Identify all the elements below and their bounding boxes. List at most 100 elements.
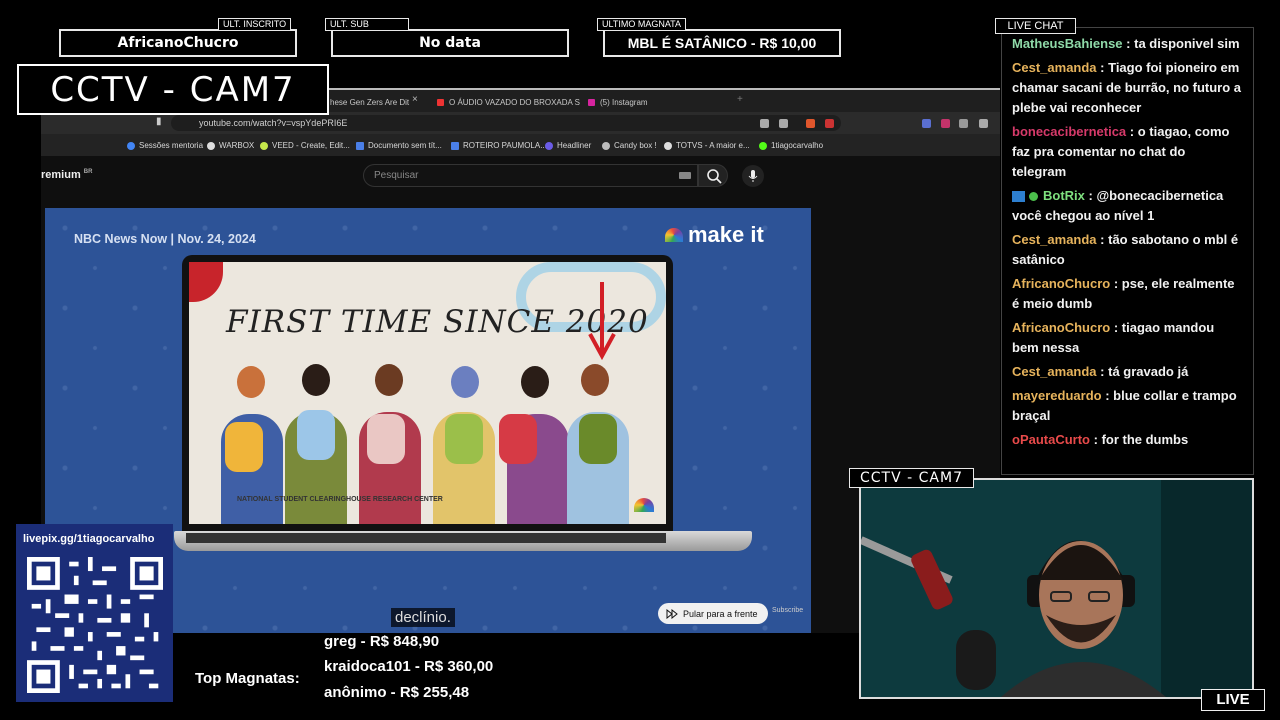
live-chat-panel: MatheusBahiense : ta disponivel sim Cest… <box>1001 27 1254 475</box>
video-credit: NATIONAL STUDENT CLEARINGHOUSE RESEARCH … <box>237 496 443 503</box>
red-corner-decoration <box>189 262 223 302</box>
subscribe-watermark[interactable]: Subscribe <box>772 607 803 614</box>
video-subtitle: declínio. <box>391 608 455 627</box>
bookmark-label: Sessões mentoria <box>139 141 204 150</box>
youtube-premium-logo[interactable]: remium BR <box>41 169 92 181</box>
chat-username[interactable]: Cest_amanda <box>1012 364 1097 379</box>
skip-label: Pular para a frente <box>683 608 758 619</box>
laptop-keyboard <box>186 533 666 543</box>
extension-icon[interactable] <box>959 119 968 128</box>
ult-inscrito-value: AfricanoChucro <box>117 35 239 51</box>
verified-icon <box>1029 192 1038 202</box>
ult-inscrito-tag: ULT. INSCRITO <box>218 18 292 31</box>
ult-sub-value: No data <box>419 35 481 51</box>
youtube-logo-text: remium <box>41 169 81 181</box>
new-tab-icon[interactable]: + <box>737 94 743 105</box>
bookmark-item[interactable]: 1tiagocarvalho <box>759 141 823 150</box>
share-icon[interactable] <box>779 119 788 128</box>
docs-icon <box>356 141 364 150</box>
bookmark-label: ROTEIRO PAUMOLA... <box>463 141 547 150</box>
fast-forward-icon <box>666 608 678 619</box>
bookmark-item[interactable]: Candy box ! <box>602 141 657 150</box>
chat-username[interactable]: AfricanoChucro <box>1012 320 1110 335</box>
chat-username[interactable]: AfricanoChucro <box>1012 276 1110 291</box>
live-chat-tag: LIVE CHAT <box>995 18 1076 34</box>
magnata-item: anônimo - R$ 255,48 <box>324 684 470 701</box>
qr-code-icon <box>27 557 163 693</box>
chat-message: Cest_amanda : tá gravado já <box>1012 364 1189 379</box>
candy-box-icon <box>602 141 610 150</box>
laptop-screen: FIRST TIME SINCE 2020 NATIONAL STUDENT C… <box>182 255 673 531</box>
tab-label: (5) Instagram <box>600 97 648 107</box>
google-icon <box>127 141 135 150</box>
bookmark-item[interactable]: VEED - Create, Edit... <box>260 141 350 150</box>
chat-username[interactable]: Cest_amanda <box>1012 60 1097 75</box>
chat-text: tá gravado já <box>1108 364 1189 379</box>
address-bar[interactable]: youtube.com/watch?v=vspYdePRI6E <box>171 115 841 131</box>
student-head <box>451 366 479 398</box>
tab-instagram[interactable]: (5) Instagram <box>588 94 648 110</box>
nbc-peacock-icon <box>665 228 683 242</box>
tab-label: hese Gen Zers Are Dit <box>330 97 410 107</box>
brave-shield-icon[interactable] <box>806 119 815 128</box>
chat-username[interactable]: Cest_amanda <box>1012 232 1097 247</box>
bookmark-item[interactable]: Documento sem tít... <box>356 141 442 150</box>
chat-username[interactable]: mayereduardo <box>1012 388 1102 403</box>
cast-icon[interactable] <box>760 119 769 128</box>
chat-username[interactable]: MatheusBahiense <box>1012 36 1123 51</box>
live-badge: LIVE <box>1201 689 1265 711</box>
student-head <box>237 366 265 398</box>
backpack <box>367 414 405 464</box>
livepix-qr-card[interactable]: livepix.gg/1tiagocarvalho <box>16 524 173 702</box>
search-button[interactable] <box>698 164 728 187</box>
backpack <box>579 414 617 464</box>
backpack <box>225 422 263 472</box>
student-head <box>302 364 330 396</box>
backpack <box>297 410 335 460</box>
bookmark-star-icon[interactable]: ▮ <box>156 116 162 127</box>
bookmark-item[interactable]: TOTVS - A maior e... <box>664 141 750 150</box>
chat-message: AfricanoChucro : pse, ele realmente é me… <box>1012 276 1235 311</box>
veed-icon <box>260 141 268 150</box>
chat-message: Cest_amanda : tão sabotano o mbl é satân… <box>1012 232 1239 267</box>
docs-icon <box>451 141 459 150</box>
chat-username[interactable]: bonecacibernetica <box>1012 124 1126 139</box>
bookmark-item[interactable]: ROTEIRO PAUMOLA... <box>451 141 547 150</box>
chat-username[interactable]: oPautaCurto <box>1012 432 1090 447</box>
video-headline: FIRST TIME SINCE 2020 <box>226 304 649 340</box>
bookmark-label: Documento sem tít... <box>368 141 442 150</box>
bookmark-label: 1tiagocarvalho <box>771 141 824 150</box>
tab-gen-z[interactable]: hese Gen Zers Are Dit <box>330 94 409 110</box>
rewards-icon[interactable] <box>825 119 834 128</box>
bookmark-item[interactable]: Headliner <box>545 141 591 150</box>
chat-message: AfricanoChucro : tiagao mandou bem nessa <box>1012 320 1215 355</box>
skip-forward-button[interactable]: Pular para a frente <box>658 603 768 624</box>
chat-text: for the dumbs <box>1101 432 1189 447</box>
microphone-icon <box>748 170 758 182</box>
video-source-label: NBC News Now | Nov. 24, 2024 <box>74 232 256 246</box>
kick-icon <box>759 141 767 150</box>
close-icon[interactable]: × <box>412 94 418 105</box>
extension-icon[interactable] <box>941 119 950 128</box>
make-it-logo: make it <box>665 222 764 248</box>
extension-icon[interactable] <box>979 119 988 128</box>
chat-username[interactable]: BotRix <box>1043 188 1085 203</box>
bookmark-item[interactable]: WARBOX <box>207 141 254 150</box>
backpack <box>445 414 483 464</box>
chat-message: bonecacibernetica : o tiagao, como faz p… <box>1012 124 1230 179</box>
keyboard-icon[interactable] <box>679 172 691 179</box>
bot-badge-icon <box>1012 191 1025 203</box>
bookmark-item[interactable]: Sessões mentoria <box>127 141 203 150</box>
magnata-item: greg - R$ 848,90 <box>324 633 440 650</box>
bookmark-label: WARBOX <box>219 141 255 150</box>
bookmark-label: VEED - Create, Edit... <box>272 141 350 150</box>
ult-sub-tag: ULT. SUB <box>325 18 409 31</box>
chat-message: mayereduardo : blue collar e trampo braç… <box>1012 388 1237 423</box>
cctv-main-label: CCTV - CAM7 <box>17 64 329 115</box>
top-magnatas-label: Top Magnatas: <box>195 670 300 687</box>
search-input[interactable]: Pesquisar <box>363 164 698 187</box>
ultimo-magnata-value: MBL É SATÂNICO - R$ 10,00 <box>627 35 817 51</box>
extension-icon[interactable] <box>922 119 931 128</box>
tab-audio-vazado[interactable]: O ÁUDIO VAZADO DO BROXADA S <box>437 94 580 110</box>
voice-search-button[interactable] <box>742 165 764 187</box>
